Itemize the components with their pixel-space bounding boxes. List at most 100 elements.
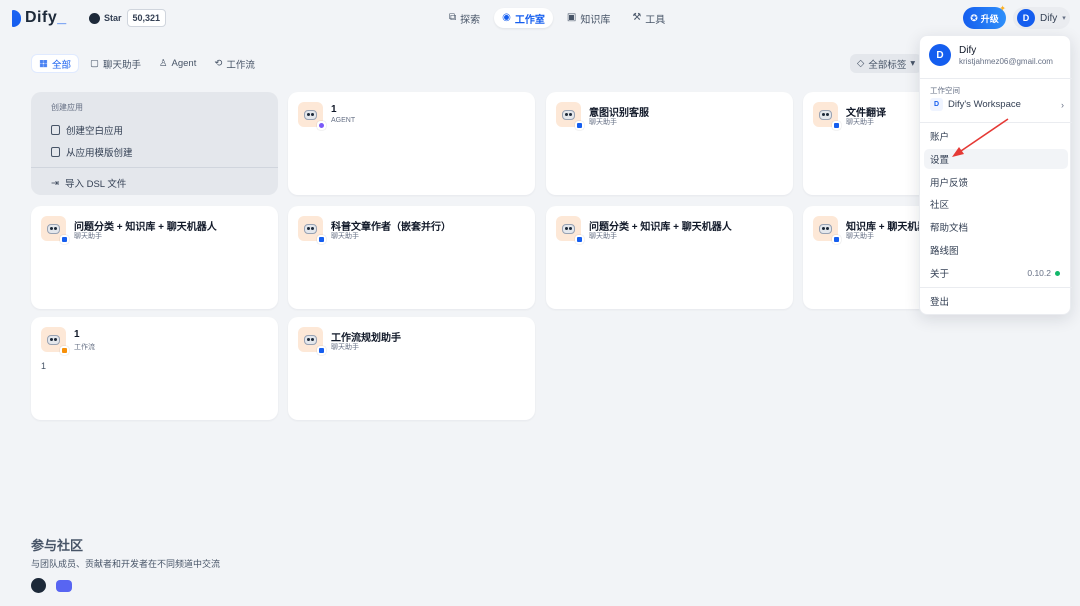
github-icon[interactable] xyxy=(31,578,46,593)
menu-user-header: D Dify kristjahmez06@gmail.com xyxy=(929,44,1053,66)
agent-badge-icon xyxy=(317,121,326,130)
dify-logo[interactable]: Dify_ xyxy=(12,9,67,27)
menu-item-label: 帮助文档 xyxy=(930,223,969,234)
chat-badge-icon xyxy=(317,346,326,355)
app-card[interactable]: 工作流规划助手 聊天助手 xyxy=(288,317,535,420)
menu-item-community[interactable]: 社区 xyxy=(924,194,1068,214)
app-type: 聊天助手 xyxy=(846,119,874,126)
sparkle-icon: ✦ xyxy=(999,4,1006,13)
filter-all[interactable]: ▦ 全部 xyxy=(31,54,79,73)
app-type: 工作流 xyxy=(74,344,95,351)
chevron-right-icon: › xyxy=(1061,99,1064,110)
chat-badge-icon xyxy=(60,235,69,244)
user-name: Dify xyxy=(1040,12,1058,24)
menu-user-email: kristjahmez06@gmail.com xyxy=(959,56,1053,66)
template-icon xyxy=(51,147,60,157)
menu-item-label: 社区 xyxy=(930,200,950,211)
upgrade-button[interactable]: ✪ 升级 ✦ xyxy=(963,4,1006,29)
chat-badge-icon xyxy=(832,121,841,130)
file-plus-icon xyxy=(51,125,60,135)
logo-suffix: _ xyxy=(57,9,67,26)
menu-item-help-docs[interactable]: 帮助文档 xyxy=(924,217,1068,237)
create-app-title: 创建应用 xyxy=(51,103,83,112)
workflow-badge-icon xyxy=(60,346,69,355)
menu-user-name: Dify xyxy=(959,44,977,56)
nav-tools[interactable]: ⚒ 工具 xyxy=(624,8,673,28)
app-card[interactable]: 1 工作流 1 xyxy=(31,317,278,420)
create-blank-app-button[interactable]: 创建空白应用 xyxy=(51,119,258,141)
workspace-name: Dify's Workspace xyxy=(948,99,1021,110)
menu-item-label: 用户反馈 xyxy=(930,178,969,189)
app-type: 聊天助手 xyxy=(846,233,874,240)
nav-explore-label: 探索 xyxy=(460,14,481,26)
social-links xyxy=(31,578,220,593)
agent-icon: ♙ xyxy=(159,58,168,69)
nav-tools-label: 工具 xyxy=(645,14,666,26)
chat-badge-icon xyxy=(317,235,326,244)
nav-studio[interactable]: ◉ 工作室 xyxy=(494,8,553,28)
filter-chat-label: 聊天助手 xyxy=(102,59,141,71)
divider xyxy=(920,78,1072,79)
avatar: D xyxy=(1017,9,1035,27)
community-title: 参与社区 xyxy=(31,538,84,553)
app-card[interactable]: 问题分类 + 知识库 + 聊天机器人 聊天助手 xyxy=(546,206,793,309)
app-type: 聊天助手 xyxy=(589,233,617,240)
nav-knowledge[interactable]: ▣ 知识库 xyxy=(559,8,618,28)
menu-item-about[interactable]: 关于 0.10.2 xyxy=(924,263,1068,283)
menu-item-label: 登出 xyxy=(930,297,950,308)
menu-item-label: 账户 xyxy=(930,132,950,143)
nav-studio-label: 工作室 xyxy=(514,14,545,26)
app-name: 1 xyxy=(74,329,80,340)
community-subtitle: 与团队成员、贡献者和开发者在不同频道中交流 xyxy=(31,559,221,569)
app-type: 聊天助手 xyxy=(331,344,359,351)
import-icon: ⇥ xyxy=(51,177,59,189)
workspace-avatar: D xyxy=(930,98,943,111)
app-card[interactable]: 意图识别客服 聊天助手 xyxy=(546,92,793,195)
status-dot-icon xyxy=(1055,270,1060,276)
tool-icon: ⚒ xyxy=(632,12,642,23)
filter-workflow[interactable]: ⟲ 工作流 xyxy=(207,54,261,73)
main-nav: ⧉ 探索 ◉ 工作室 ▣ 知识库 ⚒ 工具 xyxy=(441,8,673,28)
tag-icon: ◇ xyxy=(857,58,865,69)
tag-filter-dropdown[interactable]: ◇ 全部标签 ▾ xyxy=(850,54,923,73)
avatar: D xyxy=(929,44,951,66)
app-type: AGENT xyxy=(331,117,356,124)
logo-mark-icon xyxy=(12,9,21,27)
menu-item-label: 设置 xyxy=(930,155,950,166)
workspace-label: 工作空间 xyxy=(930,86,960,95)
menu-item-roadmap[interactable]: 路线图 xyxy=(924,240,1068,260)
create-from-template-button[interactable]: 从应用模版创建 xyxy=(51,141,258,163)
user-menu-button[interactable]: D Dify ▾ xyxy=(1013,7,1070,29)
app-card[interactable]: 科普文章作者（嵌套并行） 聊天助手 xyxy=(288,206,535,309)
version-text: 0.10.2 xyxy=(1027,268,1051,278)
nav-explore[interactable]: ⧉ 探索 xyxy=(441,8,488,28)
filter-workflow-label: 工作流 xyxy=(226,59,255,71)
github-star-badge[interactable]: Star 50,321 xyxy=(84,9,167,27)
create-template-label: 从应用模版创建 xyxy=(66,148,133,159)
app-card[interactable]: 1 AGENT xyxy=(288,92,535,195)
menu-item-label: 路线图 xyxy=(930,246,959,257)
filter-chat[interactable]: ▢ 聊天助手 xyxy=(83,54,148,73)
logo-text: Dify xyxy=(25,9,58,26)
chat-badge-icon xyxy=(575,235,584,244)
app-card[interactable]: 问题分类 + 知识库 + 聊天机器人 聊天助手 xyxy=(31,206,278,309)
import-dsl-button[interactable]: ⇥ 导入 DSL 文件 xyxy=(51,172,258,194)
tag-filter-label: 全部标签 xyxy=(868,59,907,71)
menu-item-logout[interactable]: 登出 xyxy=(924,291,1068,311)
grid-icon: ▦ xyxy=(39,58,48,69)
robot-icon: ◉ xyxy=(502,12,511,23)
filter-agent[interactable]: ♙ Agent xyxy=(152,54,203,73)
menu-item-feedback[interactable]: 用户反馈 xyxy=(924,172,1068,192)
upgrade-icon: ✪ xyxy=(970,12,978,23)
top-bar: Dify_ Star 50,321 ⧉ 探索 ◉ 工作室 ▣ 知识库 ⚒ 工具 … xyxy=(0,0,1080,36)
app-type: 聊天助手 xyxy=(589,119,617,126)
discord-icon[interactable] xyxy=(56,580,72,592)
upgrade-label: 升级 xyxy=(980,13,999,24)
github-icon xyxy=(89,12,100,24)
workspace-selector[interactable]: D Dify's Workspace › xyxy=(930,98,1064,111)
nav-knowledge-label: 知识库 xyxy=(580,14,611,26)
create-app-card: 创建应用 创建空白应用 从应用模版创建 ⇥ 导入 DSL 文件 xyxy=(31,92,278,195)
community-section: 参与社区 与团队成员、贡献者和开发者在不同频道中交流 xyxy=(31,535,220,593)
create-blank-label: 创建空白应用 xyxy=(66,126,124,137)
chat-badge-icon xyxy=(832,235,841,244)
